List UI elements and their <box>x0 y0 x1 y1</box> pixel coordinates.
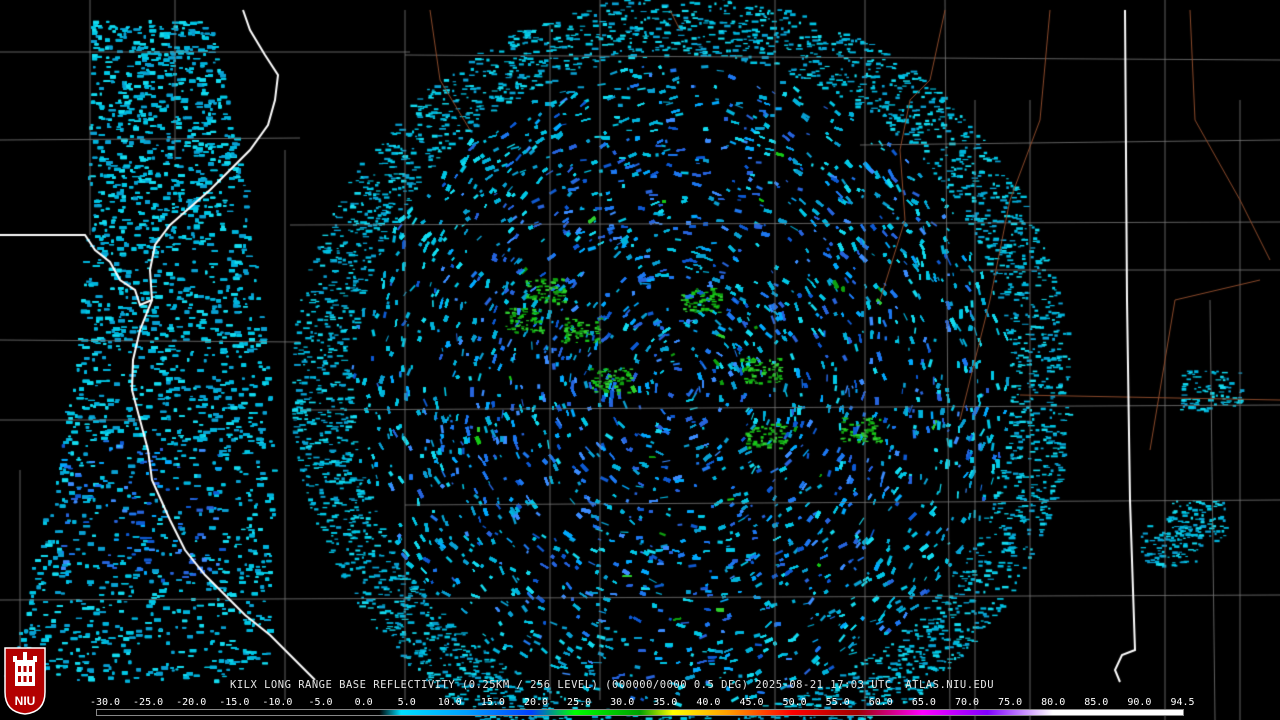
colorbar-label: 60.0 <box>868 697 893 708</box>
colorbar-label: 5.0 <box>397 697 416 708</box>
colorbar-label: -20.0 <box>176 697 207 708</box>
niu-logo: NIU <box>4 647 46 715</box>
logo-text: NIU <box>15 694 36 708</box>
colorbar-label: 75.0 <box>998 697 1023 708</box>
colorbar <box>96 709 1184 716</box>
colorbar-label: -10.0 <box>262 697 293 708</box>
colorbar-label: -5.0 <box>308 697 333 708</box>
colorbar-label: 80.0 <box>1041 697 1066 708</box>
colorbar-label: 10.0 <box>437 697 462 708</box>
colorbar-label: 35.0 <box>653 697 678 708</box>
colorbar-labels: -30.0 -25.0 -20.0 -15.0 -10.0 -5.0 0.0 5.0 10.0 1… <box>90 697 1200 709</box>
niu-huskie-tower-icon <box>13 652 37 686</box>
colorbar-label: -25.0 <box>133 697 164 708</box>
product-title: KILX LONG RANGE BASE REFLECTIVITY (0.25K… <box>230 679 995 691</box>
colorbar-label: 20.0 <box>523 697 549 708</box>
colorbar-label: 94.5 <box>1170 697 1195 708</box>
colorbar-label: -15.0 <box>219 697 250 708</box>
colorbar-label: 50.0 <box>782 697 807 708</box>
colorbar-label: 15.0 <box>480 697 505 708</box>
colorbar-label: 45.0 <box>739 697 764 708</box>
colorbar-label: 65.0 <box>911 697 936 708</box>
colorbar-label: 85.0 <box>1084 697 1109 708</box>
colorbar-label: 70.0 <box>954 697 980 708</box>
radar-map <box>0 0 1280 720</box>
colorbar-label: 90.0 <box>1127 697 1152 708</box>
colorbar-label: 55.0 <box>825 697 850 708</box>
colorbar-label: 30.0 <box>610 697 635 708</box>
colorbar-label: 25.0 <box>567 697 592 708</box>
colorbar-label: -30.0 <box>89 697 121 708</box>
colorbar-label: 40.0 <box>696 697 721 708</box>
colorbar-label: 0.0 <box>354 697 373 708</box>
